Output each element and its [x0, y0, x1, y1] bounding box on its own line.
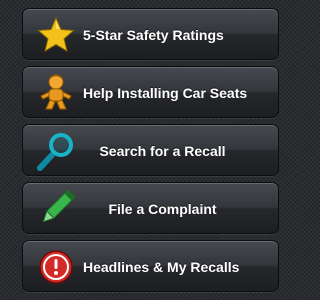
menu-item-label: File a Complaint — [108, 201, 217, 217]
menu-item-file-complaint[interactable]: File a Complaint — [22, 182, 279, 234]
menu-item-safety-ratings[interactable]: 5-Star Safety Ratings — [22, 8, 279, 60]
menu-item-label: Search for a Recall — [99, 143, 226, 159]
menu-item-label: Headlines & My Recalls — [83, 259, 240, 275]
menu-item-label: 5-Star Safety Ratings — [83, 27, 224, 43]
baby-icon — [35, 72, 77, 114]
menu-item-label: Help Installing Car Seats — [83, 85, 248, 101]
menu-item-search-recall[interactable]: Search for a Recall — [22, 124, 279, 176]
main-menu: 5-Star Safety Ratings Help Installing Ca… — [22, 8, 279, 300]
menu-item-car-seats[interactable]: Help Installing Car Seats — [22, 66, 279, 118]
alert-icon — [35, 246, 77, 288]
magnifier-icon — [35, 130, 77, 172]
star-icon — [35, 14, 77, 56]
pencil-icon — [35, 188, 77, 230]
menu-item-headlines-recalls[interactable]: Headlines & My Recalls — [22, 240, 279, 292]
